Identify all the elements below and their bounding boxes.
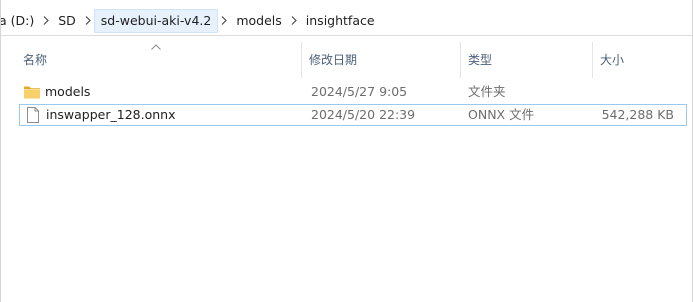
chevron-right-icon[interactable]: [82, 9, 94, 33]
column-divider[interactable]: [592, 42, 593, 78]
breadcrumb-sd[interactable]: SD: [52, 9, 82, 33]
column-header-label: 修改日期: [309, 52, 358, 67]
breadcrumb-insightface[interactable]: insightface: [300, 9, 381, 33]
file-modified: 2024/5/27 9:05: [311, 84, 408, 99]
address-bar[interactable]: a (D:) SD sd-webui-aki-v4.2 models insig…: [1, 6, 693, 36]
file-explorer-window: a (D:) SD sd-webui-aki-v4.2 models insig…: [0, 0, 693, 302]
file-name: inswapper_128.onnx: [46, 107, 176, 122]
breadcrumb-label: models: [236, 13, 282, 28]
chevron-right-icon[interactable]: [218, 9, 230, 33]
file-size: 542,288 KB: [601, 107, 674, 122]
breadcrumb-label: a (D:): [1, 13, 35, 28]
file-icon: [24, 106, 42, 124]
file-type: ONNX 文件: [468, 107, 535, 122]
breadcrumb-label: sd-webui-aki-v4.2: [100, 13, 212, 28]
chevron-right-icon[interactable]: [40, 9, 52, 33]
column-header-name[interactable]: 名称: [17, 42, 301, 76]
breadcrumb-label: insightface: [305, 13, 375, 28]
column-header-label: 类型: [468, 52, 493, 67]
column-header: 名称 修改日期 类型 大小: [1, 42, 693, 78]
column-divider[interactable]: [301, 42, 302, 78]
breadcrumb-sd-webui[interactable]: sd-webui-aki-v4.2: [93, 8, 219, 33]
column-header-modified[interactable]: 修改日期: [303, 42, 461, 76]
file-row-models[interactable]: models 2024/5/27 9:05 文件夹: [19, 81, 687, 103]
column-header-type[interactable]: 类型: [462, 42, 592, 76]
column-divider[interactable]: [460, 42, 461, 78]
file-type: 文件夹: [468, 84, 506, 99]
file-modified: 2024/5/20 22:39: [311, 107, 416, 122]
folder-icon: [23, 83, 41, 101]
breadcrumb-drive[interactable]: a (D:): [1, 9, 40, 33]
file-row-inswapper[interactable]: inswapper_128.onnx 2024/5/20 22:39 ONNX …: [19, 104, 687, 126]
breadcrumb-label: SD: [58, 13, 76, 28]
column-header-label: 名称: [23, 52, 48, 67]
column-header-label: 大小: [600, 52, 625, 67]
file-name: models: [45, 84, 91, 99]
chevron-right-icon[interactable]: [288, 9, 300, 33]
column-header-size[interactable]: 大小: [594, 42, 684, 76]
breadcrumb-models[interactable]: models: [230, 9, 287, 33]
